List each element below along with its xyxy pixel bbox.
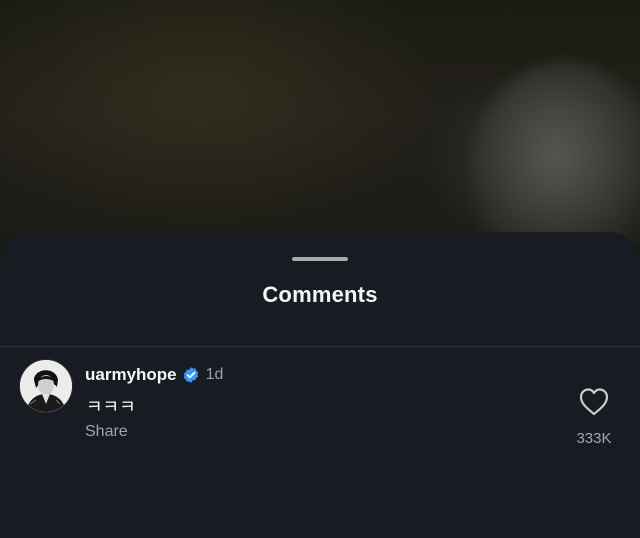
screen: Comments uarmyhope 1d ㅋㅋㅋ Share 333K (0, 0, 640, 538)
comment-item: uarmyhope 1d ㅋㅋㅋ Share 333K (0, 357, 640, 467)
comments-sheet: Comments uarmyhope 1d ㅋㅋㅋ Share 333K (0, 232, 640, 538)
avatar[interactable] (20, 360, 72, 412)
username[interactable]: uarmyhope (85, 365, 177, 385)
sheet-drag-handle[interactable] (292, 257, 348, 261)
divider (0, 346, 640, 347)
comment-timestamp: 1d (205, 366, 224, 383)
like-count: 333K (576, 430, 612, 447)
video-background[interactable] (0, 0, 640, 282)
comment-header: uarmyhope 1d (85, 364, 223, 386)
heart-outline-icon[interactable] (578, 387, 610, 417)
share-button[interactable]: Share (85, 423, 128, 441)
comment-text: ㅋㅋㅋ (86, 397, 136, 417)
verified-badge-icon (182, 366, 200, 384)
sheet-title: Comments (262, 282, 378, 307)
